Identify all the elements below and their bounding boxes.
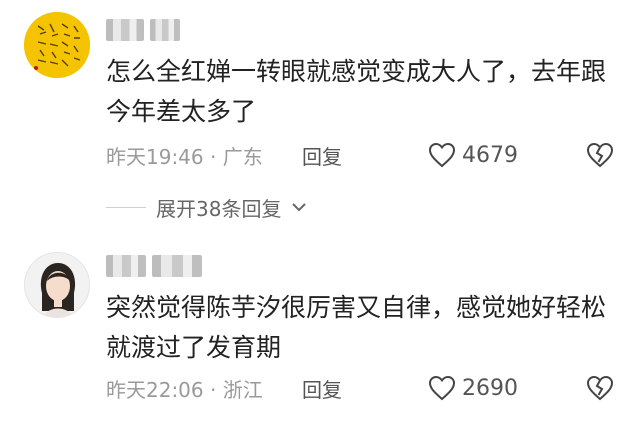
dislike-button[interactable] [584, 140, 616, 170]
calligraphy-avatar-icon [24, 12, 90, 78]
heart-icon [428, 142, 456, 168]
comment-item: 突然觉得陈芋汐很厉害又自律，感觉她好轻松就渡过了发育期 昨天22:06 · 浙江… [0, 248, 640, 428]
like-count: 4679 [462, 142, 518, 168]
divider [106, 206, 146, 208]
reply-button[interactable]: 回复 [302, 141, 342, 170]
expand-replies-button[interactable]: 展开38条回复 [106, 192, 307, 222]
comment-meta: 昨天22:06 · 浙江 回复 2690 [106, 372, 616, 404]
like-button[interactable]: 2690 [428, 375, 518, 401]
like-count: 2690 [462, 375, 518, 401]
expand-replies-label: 展开38条回复 [156, 196, 282, 221]
comment-text: 突然觉得陈芋汐很厉害又自律，感觉她好轻松就渡过了发育期 [106, 293, 607, 362]
avatar[interactable] [24, 12, 90, 78]
portrait-avatar-icon [25, 253, 89, 317]
dislike-button[interactable] [584, 373, 616, 403]
timestamp-location: 昨天19:46 · 广东 [106, 144, 263, 169]
broken-heart-icon [586, 375, 614, 401]
comment-item: 怎么全红婵一转眼就感觉变成大人了，去年跟今年差太多了 昨天19:46 · 广东 … [0, 0, 640, 250]
chevron-down-icon [292, 203, 307, 212]
timestamp-location: 昨天22:06 · 浙江 [106, 377, 263, 402]
username-blurred[interactable] [106, 254, 202, 278]
reply-button[interactable]: 回复 [302, 374, 342, 403]
username-blurred[interactable] [106, 18, 180, 42]
comment-meta: 昨天19:46 · 广东 回复 4679 [106, 139, 616, 171]
heart-icon [428, 375, 456, 401]
like-button[interactable]: 4679 [428, 142, 518, 168]
comment-text: 怎么全红婵一转眼就感觉变成大人了，去年跟今年差太多了 [106, 57, 607, 126]
avatar[interactable] [24, 252, 90, 318]
broken-heart-icon [586, 142, 614, 168]
